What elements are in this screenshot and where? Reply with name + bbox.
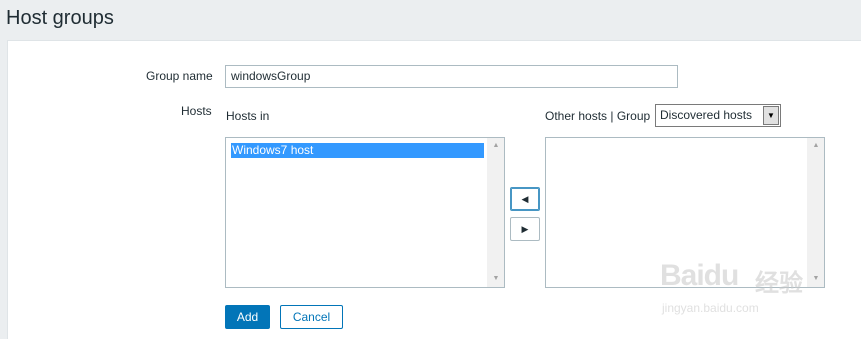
- chevron-down-icon[interactable]: ▼: [763, 106, 779, 125]
- group-select-value: Discovered hosts: [660, 108, 753, 122]
- arrow-left-icon: ◀: [521, 194, 529, 204]
- hosts-label: Hosts: [181, 104, 212, 118]
- move-right-button[interactable]: ▶: [510, 217, 540, 241]
- hosts-in-label: Hosts in: [226, 109, 270, 123]
- watermark: Baidu 经验 jingyan.baidu.com: [660, 245, 830, 325]
- group-select[interactable]: Discovered hosts ▼: [655, 104, 781, 127]
- watermark-brand: Baidu: [660, 259, 739, 292]
- arrow-right-icon: ▶: [521, 224, 529, 234]
- scroll-down-icon[interactable]: ▼: [488, 271, 504, 287]
- watermark-brand-cn: 经验: [755, 270, 803, 297]
- move-left-button[interactable]: ◀: [510, 187, 540, 211]
- hosts-in-option[interactable]: Windows7 host: [231, 143, 484, 158]
- cancel-button[interactable]: Cancel: [280, 305, 343, 329]
- watermark-url: jingyan.baidu.com: [662, 301, 759, 315]
- group-name-input[interactable]: windowsGroup: [225, 65, 678, 88]
- hosts-in-listbox[interactable]: Windows7 host ▲ ▼: [225, 137, 505, 288]
- page-header: Host groups: [0, 0, 861, 38]
- group-name-label: Group name: [146, 69, 213, 83]
- add-button[interactable]: Add: [225, 305, 270, 329]
- scroll-up-icon[interactable]: ▲: [488, 138, 504, 154]
- page-title: Host groups: [6, 7, 114, 29]
- other-hosts-group-label: Other hosts | Group: [545, 109, 651, 123]
- hosts-in-scrollbar[interactable]: ▲ ▼: [487, 138, 504, 287]
- scroll-up-icon[interactable]: ▲: [808, 138, 824, 154]
